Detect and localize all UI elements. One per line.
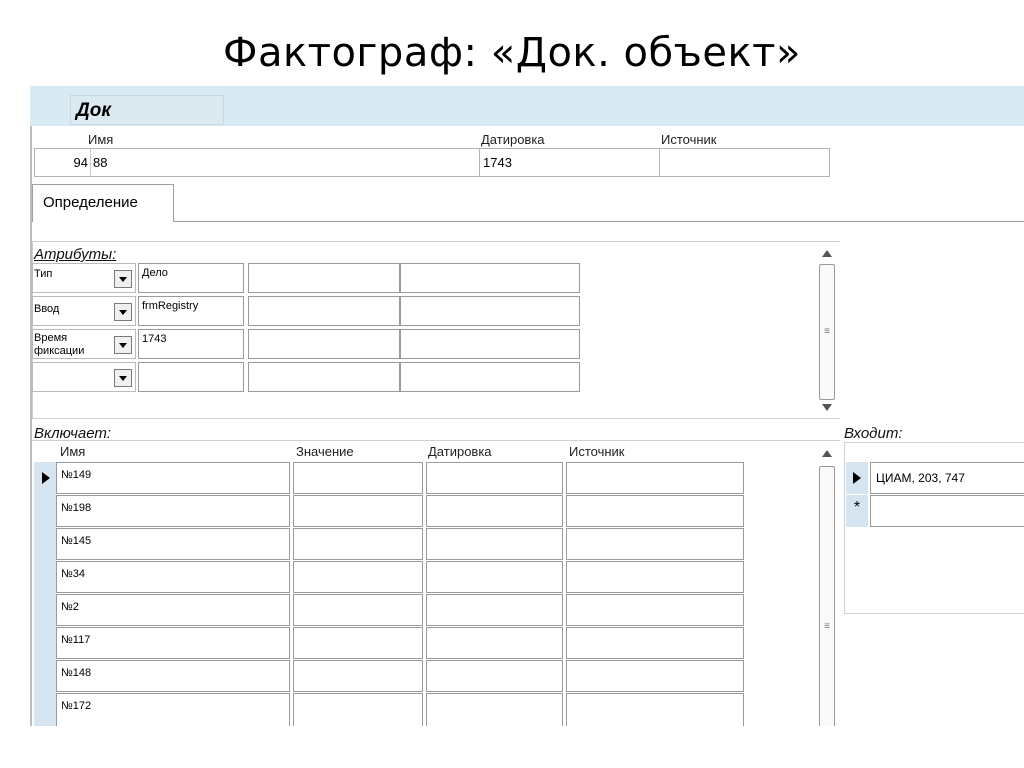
chevron-down-icon[interactable]	[114, 369, 132, 387]
includes-divider	[32, 440, 840, 441]
chevron-down-icon[interactable]	[114, 270, 132, 288]
includes-col-name: Имя	[60, 444, 86, 459]
include-source-cell[interactable]	[566, 528, 744, 560]
includes-col-value: Значение	[296, 444, 354, 459]
tab-strip-line	[174, 221, 1024, 222]
record-selector-icon	[853, 472, 861, 484]
attribute-value-field[interactable]	[138, 362, 244, 392]
slide-title: Фактограф: «Док. объект»	[223, 30, 801, 76]
include-source-cell[interactable]	[566, 627, 744, 659]
date-label: Датировка	[481, 132, 545, 147]
date-field[interactable]: 1743	[479, 149, 659, 176]
record-selector-column	[34, 462, 56, 726]
attribute-extra-field[interactable]	[248, 362, 400, 392]
scroll-up-icon[interactable]	[822, 450, 832, 457]
include-name-cell[interactable]: №117	[56, 627, 290, 659]
chevron-down-icon[interactable]	[114, 336, 132, 354]
attribute-extra-field[interactable]	[248, 296, 400, 326]
form-window: Док Имя Датировка Источник 94 88 1743 Оп…	[30, 86, 1024, 726]
attribute-type-label: Тип	[34, 268, 53, 280]
tab-definition[interactable]: Определение	[32, 184, 174, 222]
attribute-value-field[interactable]: 1743	[138, 329, 244, 359]
includes-col-date: Датировка	[428, 444, 492, 459]
attribute-extra-field[interactable]	[400, 362, 580, 392]
include-source-cell[interactable]	[566, 495, 744, 527]
include-value-cell[interactable]	[293, 495, 423, 527]
attribute-type-label	[34, 368, 112, 388]
include-name-cell[interactable]: №2	[56, 594, 290, 626]
enters-title: Входит:	[844, 425, 903, 442]
attribute-extra-field[interactable]	[400, 329, 580, 359]
record-selector-icon	[42, 472, 50, 484]
include-source-cell[interactable]	[566, 594, 744, 626]
includes-scrollbar[interactable]: ≡	[818, 446, 836, 726]
include-name-cell[interactable]: №34	[56, 561, 290, 593]
attributes-scrollbar[interactable]: ≡	[818, 246, 836, 416]
include-value-cell[interactable]	[293, 561, 423, 593]
include-date-cell[interactable]	[426, 528, 563, 560]
source-field[interactable]	[659, 149, 830, 176]
include-date-cell[interactable]	[426, 660, 563, 692]
attribute-extra-field[interactable]	[248, 329, 400, 359]
include-source-cell[interactable]	[566, 660, 744, 692]
attributes-title: Атрибуты:	[34, 246, 117, 263]
attribute-extra-field[interactable]	[248, 263, 400, 293]
include-date-cell[interactable]	[426, 462, 563, 494]
include-date-cell[interactable]	[426, 693, 563, 726]
attribute-value-field[interactable]: frmRegistry	[138, 296, 244, 326]
include-source-cell[interactable]	[566, 693, 744, 726]
include-value-cell[interactable]	[293, 693, 423, 726]
include-name-cell[interactable]: №145	[56, 528, 290, 560]
enters-name-cell[interactable]: ЦИАМ, 203, 747	[870, 462, 1024, 494]
include-source-cell[interactable]	[566, 561, 744, 593]
include-date-cell[interactable]	[426, 594, 563, 626]
id-field[interactable]: 94	[34, 149, 88, 176]
name-label: Имя	[88, 132, 114, 147]
include-value-cell[interactable]	[293, 594, 423, 626]
source-label: Источник	[661, 132, 717, 147]
includes-col-source: Источник	[569, 444, 625, 459]
include-name-cell[interactable]: №149	[56, 462, 290, 494]
include-date-cell[interactable]	[426, 495, 563, 527]
include-date-cell[interactable]	[426, 561, 563, 593]
scroll-thumb[interactable]: ≡	[819, 466, 835, 726]
scroll-thumb[interactable]: ≡	[819, 264, 835, 400]
record-selector[interactable]	[846, 462, 868, 494]
include-name-cell[interactable]: №148	[56, 660, 290, 692]
enters-new-cell[interactable]	[870, 495, 1024, 527]
attribute-type-label: Время фиксации	[34, 332, 85, 356]
include-value-cell[interactable]	[293, 660, 423, 692]
include-name-cell[interactable]: №172	[56, 693, 290, 726]
attribute-type-label: Ввод	[34, 303, 60, 315]
attribute-extra-field[interactable]	[400, 296, 580, 326]
include-source-cell[interactable]	[566, 462, 744, 494]
include-value-cell[interactable]	[293, 627, 423, 659]
form-caption: Док	[70, 95, 224, 125]
scroll-down-icon[interactable]	[822, 404, 832, 411]
attribute-value-field[interactable]: Дело	[138, 263, 244, 293]
attribute-extra-field[interactable]	[400, 263, 580, 293]
include-date-cell[interactable]	[426, 627, 563, 659]
include-value-cell[interactable]	[293, 528, 423, 560]
include-name-cell[interactable]: №198	[56, 495, 290, 527]
name-field[interactable]: 88	[90, 149, 479, 176]
chevron-down-icon[interactable]	[114, 303, 132, 321]
scroll-up-icon[interactable]	[822, 250, 832, 257]
include-value-cell[interactable]	[293, 462, 423, 494]
new-record-icon[interactable]: *	[846, 495, 868, 527]
